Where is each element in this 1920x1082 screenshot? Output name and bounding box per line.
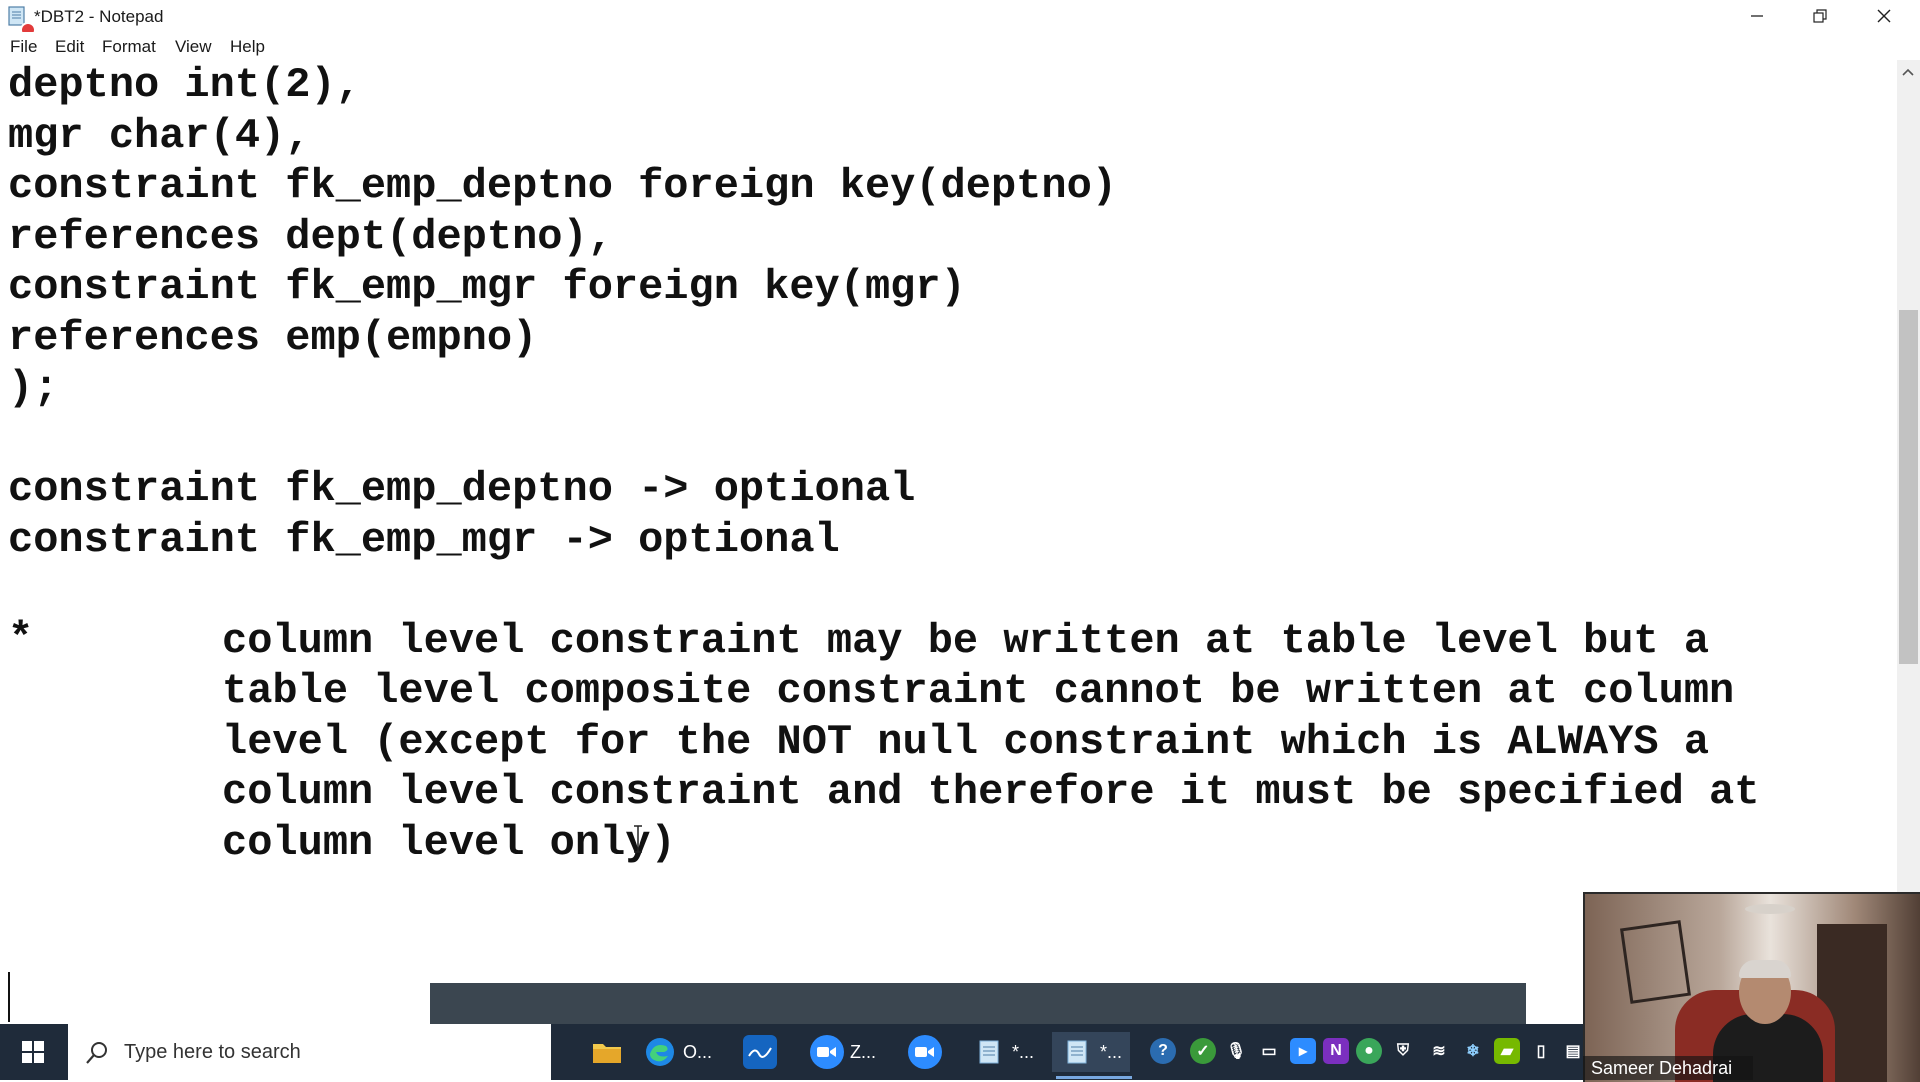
- editor-line: mgr char(4),: [8, 112, 311, 160]
- window-title: *DBT2 - Notepad: [34, 7, 164, 26]
- notepad-taskbar-icon: [1060, 1035, 1094, 1069]
- snowflake-icon[interactable]: ❄: [1460, 1038, 1486, 1064]
- taskbar-zoom[interactable]: [908, 1032, 942, 1072]
- zoom-app-icon: [908, 1035, 942, 1069]
- minimize-icon: [1751, 15, 1763, 17]
- editor-line: references dept(deptno),: [8, 213, 613, 261]
- editor-line: table level composite constraint cannot …: [222, 667, 1735, 715]
- taskbar-whiteboard[interactable]: [743, 1032, 777, 1072]
- scroll-up-icon[interactable]: [1900, 64, 1916, 80]
- nvidia-icon[interactable]: ▰: [1494, 1038, 1520, 1064]
- wifi-icon[interactable]: ≋: [1426, 1038, 1452, 1064]
- editor-line: column level only): [222, 819, 676, 867]
- editor-line: constraint fk_emp_deptno -> optional: [8, 465, 916, 513]
- taskbar-search-box[interactable]: Type here to search: [68, 1024, 551, 1080]
- editor-line: references emp(empno): [8, 314, 538, 362]
- taskbar-notepad-1-label: *...: [1012, 1041, 1035, 1062]
- search-icon: [86, 1042, 107, 1064]
- text-caret: [8, 972, 10, 1022]
- menu-edit[interactable]: Edit: [55, 37, 84, 57]
- shield-icon[interactable]: ⛨: [1390, 1038, 1416, 1064]
- taskbar-notepad-2-label: *...: [1100, 1041, 1123, 1062]
- zoom-video-icon: [810, 1035, 844, 1069]
- menu-view[interactable]: View: [175, 37, 212, 57]
- microphone-icon[interactable]: 🎙: [1223, 1038, 1249, 1064]
- editor-line: deptno int(2),: [8, 61, 361, 109]
- taskbar-notepad-1[interactable]: *...: [972, 1032, 1034, 1072]
- editor-line: column level constraint may be written a…: [222, 617, 1710, 665]
- scrollbar-thumb[interactable]: [1899, 310, 1918, 664]
- edge-browser-icon: [643, 1035, 677, 1069]
- share-toolbar-strip: [430, 983, 1526, 1024]
- restore-icon: [1813, 9, 1827, 23]
- bullet-asterisk: *: [8, 615, 34, 663]
- battery-icon[interactable]: ▭: [1256, 1038, 1282, 1064]
- editor-line: constraint fk_emp_deptno foreign key(dep…: [8, 162, 1117, 210]
- editor-line: level (except for the NOT null constrain…: [222, 718, 1710, 766]
- search-placeholder: Type here to search: [124, 1041, 301, 1063]
- person-hair: [1739, 960, 1791, 978]
- tablet-icon[interactable]: ▯: [1528, 1038, 1554, 1064]
- menu-bar: File Edit Format View Help: [0, 32, 1920, 61]
- zoom-tray-icon[interactable]: ▸: [1290, 1038, 1316, 1064]
- taskbar-edge-label: O...: [683, 1041, 713, 1062]
- taskbar-zoom-label: Z...: [850, 1041, 876, 1062]
- text-editor[interactable]: deptno int(2), mgr char(4), constraint f…: [0, 60, 1897, 1024]
- menu-format[interactable]: Format: [102, 37, 156, 57]
- start-button[interactable]: [0, 1024, 66, 1080]
- notepad-taskbar-icon: [972, 1035, 1006, 1069]
- minimize-button[interactable]: [1726, 0, 1788, 32]
- active-app-indicator: [1056, 1076, 1132, 1079]
- restore-button[interactable]: [1789, 0, 1851, 32]
- editor-line: constraint fk_emp_mgr foreign key(mgr): [8, 263, 966, 311]
- menu-file[interactable]: File: [10, 37, 37, 57]
- taskbar-file-explorer[interactable]: [590, 1032, 624, 1072]
- ibeam-cursor-icon: [634, 825, 642, 853]
- windows-logo-icon: [22, 1041, 44, 1063]
- onenote-icon[interactable]: N: [1323, 1038, 1349, 1064]
- folder-icon: [590, 1035, 624, 1069]
- taskbar-edge[interactable]: O...: [643, 1032, 712, 1072]
- whiteboard-icon: [743, 1035, 777, 1069]
- help-icon[interactable]: ?: [1150, 1038, 1176, 1064]
- title-bar: *DBT2 - Notepad: [0, 0, 1920, 38]
- wall-frame: [1620, 920, 1691, 1004]
- editor-line: );: [8, 364, 59, 412]
- taskbar-notepad-2[interactable]: *...: [1052, 1032, 1131, 1072]
- editor-line: column level constraint and therefore it…: [222, 768, 1760, 816]
- participant-name: Sameer Dehadrai: [1583, 1056, 1753, 1080]
- taskbar-zoom-meeting[interactable]: Z...: [810, 1032, 876, 1072]
- participant-video[interactable]: [1583, 892, 1920, 1082]
- ceiling-fan: [1745, 904, 1795, 914]
- app-tray-icon[interactable]: ●: [1356, 1038, 1382, 1064]
- editor-line: constraint fk_emp_mgr -> optional: [8, 516, 840, 564]
- security-check-icon[interactable]: ✓: [1190, 1038, 1216, 1064]
- close-icon: [1877, 9, 1891, 23]
- menu-help[interactable]: Help: [230, 37, 265, 57]
- close-button[interactable]: [1853, 0, 1915, 32]
